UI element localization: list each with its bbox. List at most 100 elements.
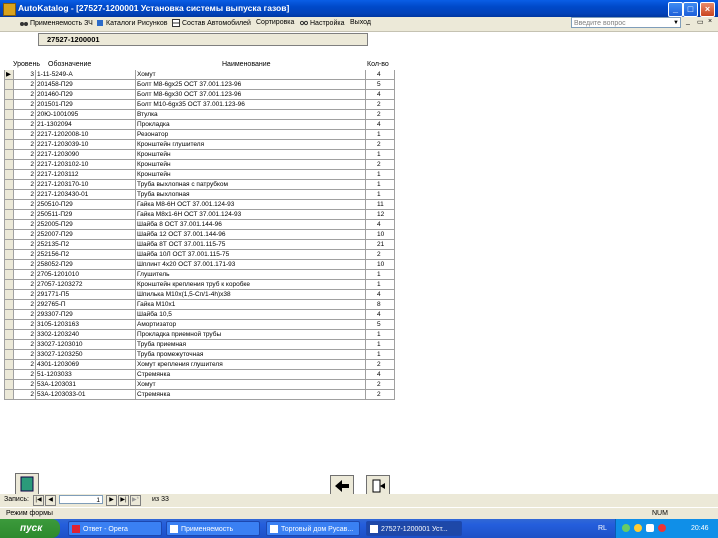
network-icon[interactable] (622, 524, 630, 532)
row-selector[interactable] (4, 170, 14, 180)
cell-level[interactable]: 2 (14, 370, 36, 380)
cell-name[interactable]: Болт М8-6gх30 ОСТ 37.001.123-96 (136, 90, 366, 100)
cell-code[interactable]: 250510-П29 (36, 200, 136, 210)
cell-qty[interactable]: 2 (366, 110, 395, 120)
last-record-button[interactable]: ▶| (118, 495, 129, 506)
menu-item-vehicle-composition[interactable]: Состав Автомобилей (172, 19, 251, 27)
cell-qty[interactable]: 2 (366, 380, 395, 390)
cell-name[interactable]: Шплинт 4х20 ОСТ 37.001.171-93 (136, 260, 366, 270)
cell-code[interactable]: 53А-1203033-01 (36, 390, 136, 400)
cell-name[interactable]: Прокладка приемной трубы (136, 330, 366, 340)
menu-item-exit[interactable]: Выход (350, 19, 371, 26)
cell-qty[interactable]: 4 (366, 290, 395, 300)
cell-qty[interactable]: 2 (366, 360, 395, 370)
row-selector[interactable] (4, 260, 14, 270)
cell-code[interactable]: 2217-1203102-10 (36, 160, 136, 170)
cell-level[interactable]: 2 (14, 200, 36, 210)
cell-name[interactable]: Резонатор (136, 130, 366, 140)
cell-qty[interactable]: 11 (366, 200, 395, 210)
row-selector[interactable] (4, 230, 14, 240)
cell-code[interactable]: 2217-1203170-10 (36, 180, 136, 190)
cell-level[interactable]: 2 (14, 90, 36, 100)
cell-name[interactable]: Глушитель (136, 270, 366, 280)
record-number-input[interactable]: 1 (59, 495, 103, 504)
cell-name[interactable]: Кронштейн глушителя (136, 140, 366, 150)
cell-level[interactable]: 2 (14, 350, 36, 360)
cell-name[interactable]: Прокладка (136, 120, 366, 130)
cell-qty[interactable]: 1 (366, 350, 395, 360)
cell-level[interactable]: 2 (14, 110, 36, 120)
cell-qty[interactable]: 1 (366, 330, 395, 340)
maximize-button[interactable]: □ (683, 2, 698, 17)
row-selector[interactable] (4, 220, 14, 230)
cell-name[interactable]: Кронштейн (136, 160, 366, 170)
cell-name[interactable]: Гайка М8х1-6Н ОСТ 37.001.124-93 (136, 210, 366, 220)
cell-code[interactable]: 2217-1202008-10 (36, 130, 136, 140)
row-selector[interactable] (4, 390, 14, 400)
cell-qty[interactable]: 1 (366, 130, 395, 140)
row-selector[interactable] (4, 210, 14, 220)
cell-code[interactable]: 292765-П (36, 300, 136, 310)
cell-name[interactable]: Кронштейн крепления труб к коробке (136, 280, 366, 290)
cell-level[interactable]: 2 (14, 230, 36, 240)
cell-level[interactable]: 2 (14, 280, 36, 290)
cell-name[interactable]: Хомут (136, 380, 366, 390)
cell-qty[interactable]: 4 (366, 70, 395, 80)
minimize-button[interactable]: _ (668, 2, 683, 17)
cell-level[interactable]: 3 (14, 70, 36, 80)
close-button[interactable]: × (700, 2, 715, 17)
cell-level[interactable]: 2 (14, 260, 36, 270)
menu-item-settings[interactable]: Настройка (300, 19, 344, 27)
cell-qty[interactable]: 4 (366, 310, 395, 320)
cell-level[interactable]: 2 (14, 320, 36, 330)
cell-qty[interactable]: 1 (366, 150, 395, 160)
row-selector[interactable] (4, 180, 14, 190)
cell-code[interactable]: 201460-П29 (36, 90, 136, 100)
cell-qty[interactable]: 2 (366, 160, 395, 170)
cell-code[interactable]: 201458-П29 (36, 80, 136, 90)
row-selector[interactable] (4, 160, 14, 170)
row-selector[interactable] (4, 330, 14, 340)
row-selector[interactable] (4, 140, 14, 150)
row-selector[interactable] (4, 380, 14, 390)
cell-qty[interactable]: 1 (366, 170, 395, 180)
cell-qty[interactable]: 4 (366, 120, 395, 130)
row-selector[interactable] (4, 360, 14, 370)
cell-level[interactable]: 2 (14, 210, 36, 220)
antivirus-icon[interactable] (658, 524, 666, 532)
new-record-button[interactable]: ▶* (130, 495, 141, 506)
cell-name[interactable]: Кронштейн (136, 170, 366, 180)
task-applicability[interactable]: Применяемость (166, 521, 260, 536)
row-selector[interactable] (4, 120, 14, 130)
cell-qty[interactable]: 4 (366, 370, 395, 380)
cell-qty[interactable]: 5 (366, 80, 395, 90)
cell-name[interactable]: Стремянка (136, 390, 366, 400)
cell-qty[interactable]: 1 (366, 270, 395, 280)
cell-qty[interactable]: 1 (366, 180, 395, 190)
cell-level[interactable]: 2 (14, 100, 36, 110)
row-selector[interactable] (4, 190, 14, 200)
cell-code[interactable]: 20Ю-1001095 (36, 110, 136, 120)
cell-level[interactable]: 2 (14, 170, 36, 180)
cell-name[interactable]: Гайка М10х1 (136, 300, 366, 310)
cell-qty[interactable]: 4 (366, 220, 395, 230)
cell-code[interactable]: 201501-П29 (36, 100, 136, 110)
cell-code[interactable]: 293307-П29 (36, 310, 136, 320)
cell-qty[interactable]: 12 (366, 210, 395, 220)
cell-name[interactable]: Шайба 10Л ОСТ 37.001.115-75 (136, 250, 366, 260)
cell-level[interactable]: 2 (14, 390, 36, 400)
cell-name[interactable]: Гайка М8-6Н ОСТ 37.001.124-93 (136, 200, 366, 210)
cell-name[interactable]: Хомут крепления глушителя (136, 360, 366, 370)
cell-name[interactable]: Труба выхлопная с патрубком (136, 180, 366, 190)
cell-name[interactable]: Шайба 8 ОСТ 37.001.144-96 (136, 220, 366, 230)
cell-code[interactable]: 51-1203033 (36, 370, 136, 380)
cell-level[interactable]: 2 (14, 300, 36, 310)
row-selector[interactable] (4, 320, 14, 330)
cell-level[interactable]: 2 (14, 270, 36, 280)
mdi-restore-button[interactable]: ▭ (697, 18, 704, 26)
cell-code[interactable]: 252156-П2 (36, 250, 136, 260)
cell-code[interactable]: 27057-1203272 (36, 280, 136, 290)
cell-qty[interactable]: 21 (366, 240, 395, 250)
row-selector[interactable] (4, 80, 14, 90)
row-selector[interactable] (4, 90, 14, 100)
